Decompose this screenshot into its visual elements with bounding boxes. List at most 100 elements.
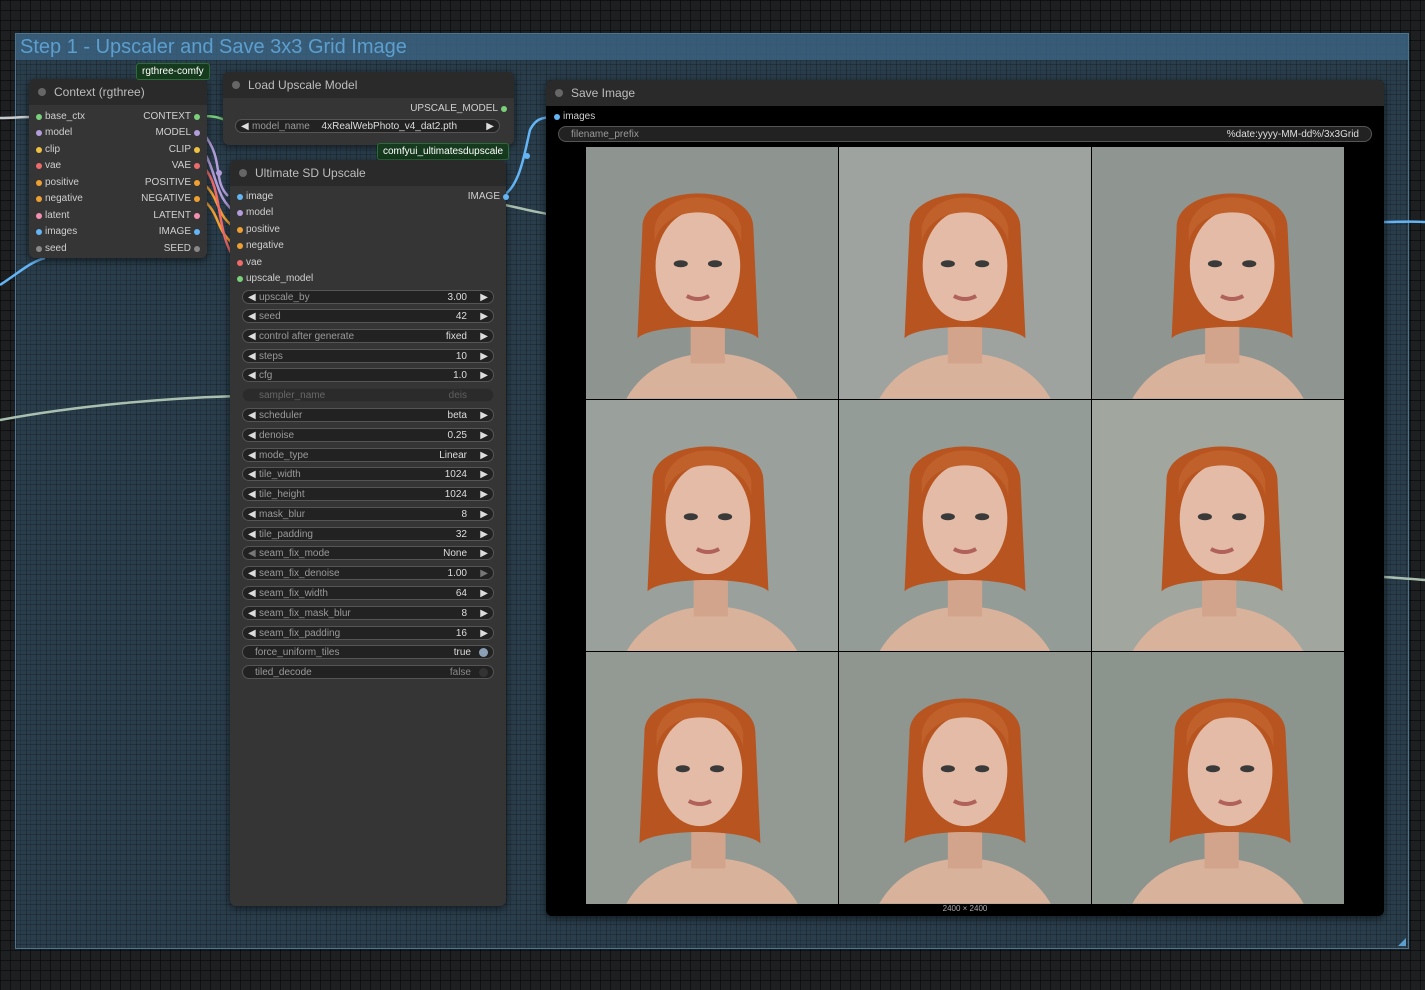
arrow-left-icon[interactable]: ◀ [248,547,256,560]
slot-dot-icon[interactable] [194,114,200,120]
arrow-left-icon[interactable]: ◀ [248,330,256,343]
tile-height-number[interactable]: ◀ tile_height 1024 ▶ [242,487,494,501]
slot-dot-icon[interactable] [554,114,560,120]
mask-blur-number[interactable]: ◀ mask_blur 8 ▶ [242,507,494,521]
arrow-left-icon[interactable]: ◀ [248,310,256,323]
seam-fix-padding-number[interactable]: ◀ seam_fix_padding 16 ▶ [242,626,494,640]
tile-width-number[interactable]: ◀ tile_width 1024 ▶ [242,467,494,481]
slot-dot-icon[interactable] [237,227,243,233]
arrow-right-icon[interactable]: ▶ [480,429,488,442]
input-slot-seed[interactable]: seed [36,242,67,256]
slot-dot-icon[interactable] [36,180,42,186]
slot-dot-icon[interactable] [194,196,200,202]
slot-dot-icon[interactable] [36,229,42,235]
arrow-right-icon[interactable]: ▶ [480,330,488,343]
input-slot-vae[interactable]: vae [237,256,262,270]
slot-dot-icon[interactable] [501,106,507,112]
arrow-left-icon[interactable]: ◀ [248,429,256,442]
arrow-right-icon[interactable]: ▶ [480,607,488,620]
input-slot-clip[interactable]: clip [36,143,60,157]
slot-dot-icon[interactable] [194,213,200,219]
input-slot-upscale-model[interactable]: upscale_model [237,272,313,286]
seam-fix-mask-blur-number[interactable]: ◀ seam_fix_mask_blur 8 ▶ [242,606,494,620]
slot-dot-icon[interactable] [36,246,42,252]
input-slot-image[interactable]: image [237,190,273,204]
toggle-on-icon[interactable] [479,648,488,657]
input-slot-base-ctx[interactable]: base_ctx [36,110,85,124]
save-image-title-bar[interactable]: Save Image [546,80,1384,106]
context-node[interactable]: Context (rgthree) base_ctx model clip va… [29,79,207,258]
input-slot-images[interactable]: images [554,110,595,124]
output-slot-positive[interactable]: POSITIVE [145,176,200,190]
slot-dot-icon[interactable] [237,260,243,266]
filename-prefix-field[interactable]: filename_prefix %date:yyyy-MM-dd%/3x3Gri… [558,126,1372,142]
arrow-left-icon[interactable]: ◀ [248,449,256,462]
slot-dot-icon[interactable] [194,246,200,252]
arrow-right-icon[interactable]: ▶ [480,488,488,501]
arrow-left-icon[interactable]: ◀ [241,120,249,133]
slot-dot-icon[interactable] [194,229,200,235]
arrow-left-icon[interactable]: ◀ [248,468,256,481]
load-upscale-model-node[interactable]: Load Upscale Model UPSCALE_MODEL ◀ model… [223,72,514,145]
arrow-right-icon[interactable]: ▶ [480,547,488,560]
slot-dot-icon[interactable] [36,147,42,153]
output-slot-negative[interactable]: NEGATIVE [141,192,200,206]
output-slot-image[interactable]: IMAGE [159,225,200,239]
preview-image-grid[interactable] [586,147,1344,904]
arrow-left-icon[interactable]: ◀ [248,567,256,580]
slot-dot-icon[interactable] [503,194,509,200]
slot-dot-icon[interactable] [36,130,42,136]
arrow-right-icon[interactable]: ▶ [480,587,488,600]
input-slot-latent[interactable]: latent [36,209,69,223]
seam-fix-width-number[interactable]: ◀ seam_fix_width 64 ▶ [242,586,494,600]
output-slot-seed[interactable]: SEED [164,242,200,256]
context-node-title-bar[interactable]: Context (rgthree) [29,79,207,105]
arrow-right-icon[interactable]: ▶ [486,120,494,133]
slot-dot-icon[interactable] [237,194,243,200]
mode-type-combo[interactable]: ◀ mode_type Linear ▶ [242,448,494,462]
output-slot-upscale-model[interactable]: UPSCALE_MODEL [410,102,507,116]
slot-dot-icon[interactable] [36,163,42,169]
slot-dot-icon[interactable] [194,163,200,169]
collapse-dot-icon[interactable] [555,89,563,97]
slot-dot-icon[interactable] [36,196,42,202]
arrow-right-icon[interactable]: ▶ [480,567,488,580]
arrow-left-icon[interactable]: ◀ [248,607,256,620]
input-slot-positive[interactable]: positive [237,223,280,237]
slot-dot-icon[interactable] [194,147,200,153]
input-slot-images[interactable]: images [36,225,77,239]
arrow-right-icon[interactable]: ▶ [480,310,488,323]
seam-fix-mode-combo[interactable]: ◀ seam_fix_mode None ▶ [242,546,494,560]
control-after-generate-combo[interactable]: ◀ control after generate fixed ▶ [242,329,494,343]
input-slot-model[interactable]: model [36,126,72,140]
output-slot-clip[interactable]: CLIP [169,143,200,157]
slot-dot-icon[interactable] [36,114,42,120]
force-uniform-tiles-toggle[interactable]: force_uniform_tiles true [242,645,494,659]
input-slot-negative[interactable]: negative [237,239,284,253]
steps-number[interactable]: ◀ steps 10 ▶ [242,349,494,363]
ultimate-sd-upscale-node[interactable]: Ultimate SD Upscale image model positive… [230,160,509,906]
output-slot-vae[interactable]: VAE [172,159,200,173]
slot-dot-icon[interactable] [237,210,243,216]
slot-dot-icon[interactable] [36,213,42,219]
arrow-right-icon[interactable]: ▶ [480,291,488,304]
arrow-right-icon[interactable]: ▶ [480,369,488,382]
arrow-right-icon[interactable]: ▶ [480,409,488,422]
arrow-left-icon[interactable]: ◀ [248,508,256,521]
arrow-right-icon[interactable]: ▶ [480,508,488,521]
input-slot-vae[interactable]: vae [36,159,61,173]
slot-dot-icon[interactable] [237,276,243,282]
denoise-slider[interactable]: ◀ denoise 0.25 ▶ [242,428,494,442]
arrow-right-icon[interactable]: ▶ [480,468,488,481]
slot-dot-icon[interactable] [194,180,200,186]
input-slot-positive[interactable]: positive [36,176,79,190]
input-slot-model[interactable]: model [237,206,273,220]
arrow-left-icon[interactable]: ◀ [248,369,256,382]
arrow-right-icon[interactable]: ▶ [480,350,488,363]
cfg-number[interactable]: ◀ cfg 1.0 ▶ [242,368,494,382]
load-upscale-title-bar[interactable]: Load Upscale Model [223,72,514,98]
input-slot-negative[interactable]: negative [36,192,83,206]
arrow-left-icon[interactable]: ◀ [248,627,256,640]
output-slot-model[interactable]: MODEL [155,126,200,140]
arrow-left-icon[interactable]: ◀ [248,587,256,600]
